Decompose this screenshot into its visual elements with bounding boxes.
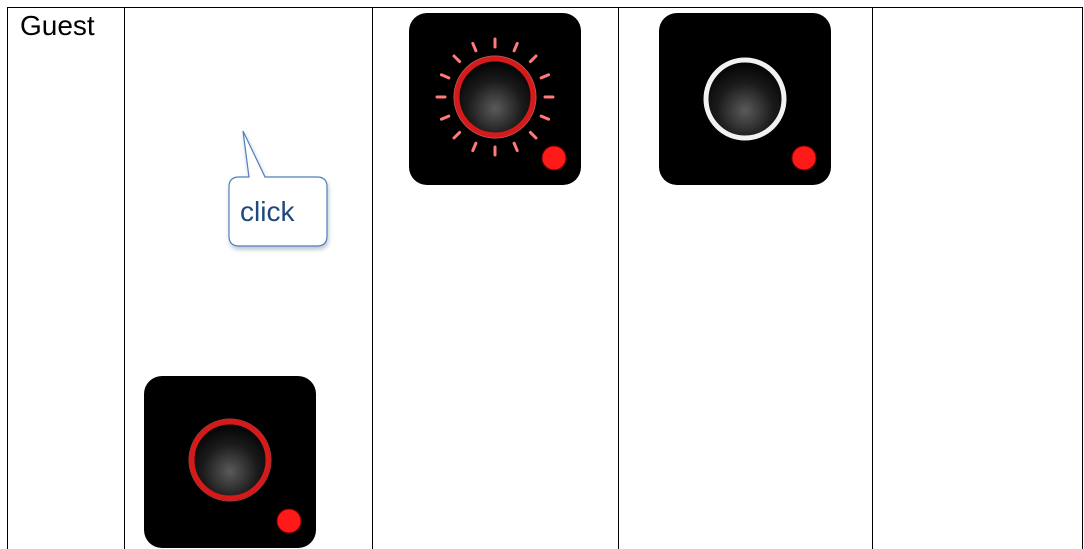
row-label: Guest — [20, 10, 95, 41]
glow-ray — [452, 54, 462, 64]
glow-ray — [528, 54, 538, 64]
glow-ray — [471, 141, 478, 153]
callout-text: click — [240, 196, 295, 227]
glow-ray — [512, 41, 519, 53]
glow-ray — [452, 130, 462, 140]
glow-ray — [439, 73, 451, 80]
column-divider-4 — [872, 7, 873, 549]
glow-ray — [512, 141, 519, 153]
glow-ray — [539, 114, 551, 121]
glow-ray — [539, 73, 551, 80]
glow-ray — [439, 114, 451, 121]
column-divider-2 — [372, 7, 373, 549]
glow-ray — [471, 41, 478, 53]
table-top-border — [7, 7, 1082, 8]
table-left-border — [7, 7, 8, 549]
column-divider-1 — [124, 7, 125, 549]
click-callout — [215, 128, 335, 258]
record-button-icon — [188, 418, 302, 534]
glow-ray — [528, 130, 538, 140]
record-button-idle[interactable] — [659, 13, 831, 185]
table-right-border — [1082, 7, 1083, 549]
record-button-glowing[interactable] — [409, 13, 581, 185]
record-button-idle-icon — [703, 57, 817, 171]
record-button-pressed[interactable] — [144, 376, 316, 548]
record-button-glow-icon — [435, 37, 567, 171]
column-divider-3 — [618, 7, 619, 549]
